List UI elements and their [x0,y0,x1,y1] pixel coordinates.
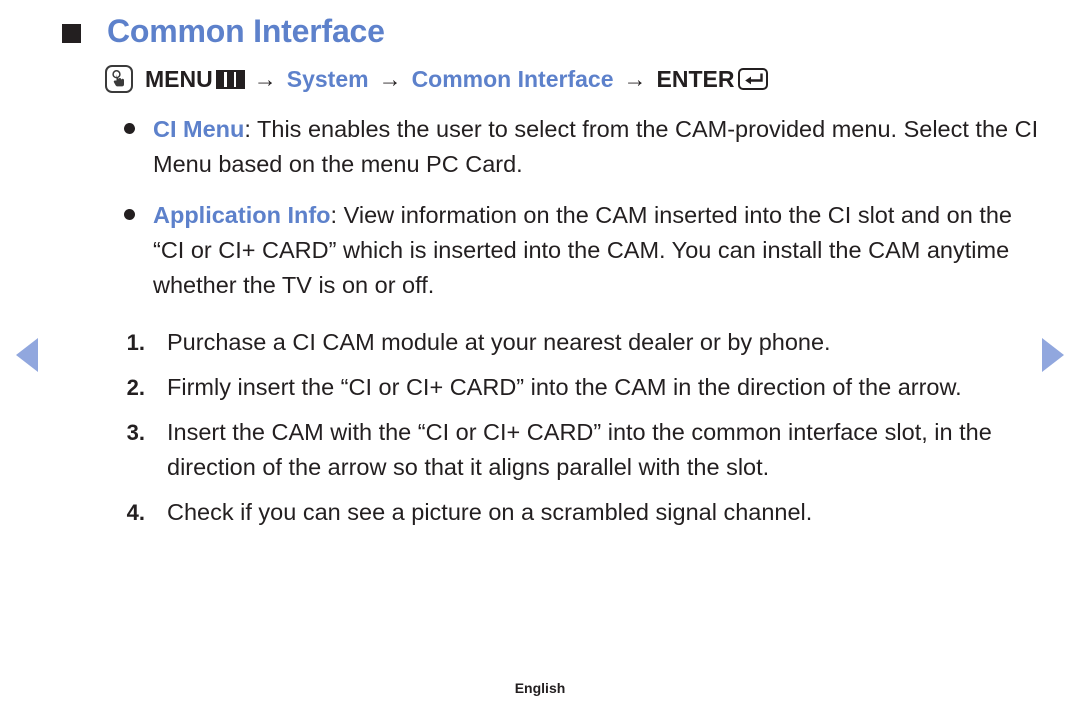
page-title-text: Common Interface [107,13,385,49]
manual-page: Common Interface MENU → System → Common … [0,0,1080,705]
list-item: 1. Purchase a CI CAM module at your near… [105,325,1045,360]
bullet-text-block: Application Info: View information on th… [153,198,1045,303]
hand-press-icon [105,65,133,93]
step-text: Firmly insert the “CI or CI+ CARD” into … [167,374,962,400]
list-item: CI Menu: This enables the user to select… [105,112,1045,182]
bullet-term: Application Info [153,202,331,228]
step-number: 1. [126,330,145,355]
round-bullet-icon [105,112,153,134]
menu-bars-icon [215,69,245,89]
path-arrow-2: → [378,65,402,92]
bullet-text-block: CI Menu: This enables the user to select… [153,112,1045,182]
footer-language-label: English [514,680,566,696]
menu-path-item-system[interactable]: System [287,66,369,93]
list-item: Application Info: View information on th… [105,198,1045,303]
list-item: 4. Check if you can see a picture on a s… [105,495,1045,530]
page-title: Common Interface [62,13,385,49]
step-number: 3. [126,420,145,445]
list-item: 3. Insert the CAM with the “CI or CI+ CA… [105,415,1045,485]
path-arrow-3: → [623,65,647,92]
step-text: Check if you can see a picture on a scra… [167,499,813,525]
menu-path-breadcrumb: MENU → System → Common Interface → ENTER [105,62,1045,96]
list-item: 2. Firmly insert the “CI or CI+ CARD” in… [105,370,1045,405]
triangle-right-icon[interactable] [1042,338,1064,372]
step-text: Insert the CAM with the “CI or CI+ CARD”… [167,419,992,480]
menu-label: MENU [145,65,213,92]
triangle-left-icon[interactable] [16,338,38,372]
content-column: MENU → System → Common Interface → ENTER… [105,62,1045,540]
step-text: Purchase a CI CAM module at your nearest… [167,329,831,355]
step-number: 2. [126,375,145,400]
filled-square-bullet-icon [62,24,81,44]
path-arrow-1: → [253,65,277,92]
round-bullet-icon [105,198,153,220]
numbered-steps-list: 1. Purchase a CI CAM module at your near… [105,325,1045,530]
menu-path-item-common-interface[interactable]: Common Interface [412,66,614,93]
bullet-term: CI Menu [153,116,245,142]
step-number: 4. [126,500,145,525]
enter-return-icon [738,68,769,90]
bullet-description: : This enables the user to select from t… [153,116,1039,177]
enter-label: ENTER [656,65,735,92]
